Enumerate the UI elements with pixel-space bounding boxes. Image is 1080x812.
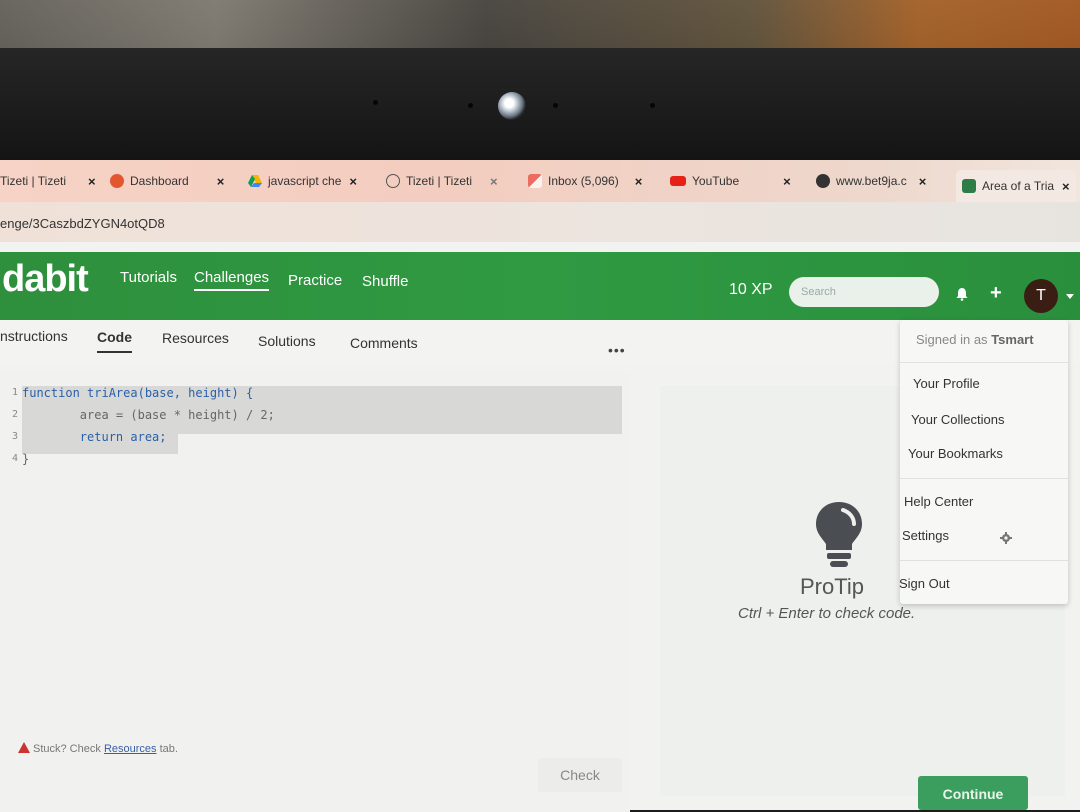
menu-your-profile[interactable]: Your Profile	[913, 376, 980, 391]
chevron-down-icon[interactable]	[1066, 294, 1074, 299]
user-menu: Signed in as Tsmart Your Profile Your Co…	[899, 320, 1068, 604]
tab-label: Tizeti | Tizeti	[406, 174, 473, 188]
line-number: 2	[11, 409, 18, 420]
line-number: 3	[11, 431, 18, 442]
resources-link[interactable]: Resources	[104, 743, 157, 755]
protip-text: Ctrl + Enter to check code.	[738, 605, 916, 622]
lightbulb-icon	[816, 502, 862, 567]
line-number: 1	[11, 387, 18, 398]
code-line[interactable]: area = (base * height) / 2;	[22, 404, 275, 426]
line-gutter: 1 2 3 4	[0, 382, 18, 470]
monitor-bezel	[0, 0, 1080, 165]
divider	[900, 560, 1068, 561]
bezel-band	[0, 48, 1080, 163]
address-bar[interactable]: enge/3CaszbdZYGN4otQD8	[0, 202, 1080, 242]
close-icon[interactable]: ×	[919, 174, 927, 189]
browser-tab[interactable]: javascript che ×	[248, 168, 357, 194]
browser-tab[interactable]: Tizeti | Tizeti ×	[0, 168, 96, 194]
tab-comments[interactable]: Comments	[350, 335, 418, 351]
divider	[900, 478, 1068, 479]
tab-instructions[interactable]: nstructions	[0, 328, 68, 344]
signed-in-label: Signed in as Tsmart	[916, 332, 1034, 347]
menu-help-center[interactable]: Help Center	[904, 494, 973, 509]
gear-icon	[1000, 532, 1012, 544]
nav-practice[interactable]: Practice	[288, 272, 342, 289]
menu-your-collections[interactable]: Your Collections	[911, 412, 1004, 427]
site-logo[interactable]: dabit	[2, 258, 89, 301]
code-line[interactable]: }	[22, 448, 275, 470]
gmail-icon	[528, 174, 542, 188]
browser-tab[interactable]: Dashboard ×	[110, 168, 224, 194]
code-line[interactable]: return area;	[22, 426, 275, 448]
avatar[interactable]: T	[1024, 279, 1058, 313]
sensor-dot	[650, 103, 655, 108]
tab-label: Area of a Tria	[982, 179, 1055, 193]
close-icon[interactable]: ×	[217, 174, 225, 189]
tab-label: www.bet9ja.c	[836, 174, 907, 188]
tizeti-icon	[386, 174, 400, 188]
webcam-icon	[498, 92, 526, 120]
edabit-icon	[962, 179, 976, 193]
sensor-dot	[553, 103, 558, 108]
divider	[900, 362, 1068, 363]
close-icon[interactable]: ×	[783, 174, 791, 189]
close-icon[interactable]: ×	[490, 174, 498, 189]
username: Tsmart	[991, 332, 1034, 347]
nav-shuffle[interactable]: Shuffle	[362, 273, 408, 290]
tab-code[interactable]: Code	[97, 329, 132, 353]
browser-tab[interactable]: YouTube ×	[670, 168, 791, 194]
url-text[interactable]: enge/3CaszbdZYGN4otQD8	[0, 216, 165, 231]
nav-tutorials[interactable]: Tutorials	[120, 269, 177, 286]
check-button[interactable]: Check	[538, 758, 622, 792]
globe-icon	[816, 174, 830, 188]
youtube-icon	[670, 176, 686, 186]
code-line[interactable]: function triArea(base, height) {	[22, 382, 275, 404]
tab-resources[interactable]: Resources	[162, 330, 229, 346]
office-icon	[110, 174, 124, 188]
browser-tab-active[interactable]: Area of a Tria ×	[956, 170, 1076, 202]
line-number: 4	[11, 453, 18, 464]
browser-tab[interactable]: Inbox (5,096) ×	[528, 168, 642, 194]
tab-label: Inbox (5,096)	[548, 174, 619, 188]
browser-tab[interactable]: Tizeti | Tizeti ×	[386, 168, 498, 194]
more-options-icon[interactable]: •••	[608, 342, 626, 358]
tab-solutions[interactable]: Solutions	[258, 333, 316, 349]
background-scene	[0, 0, 1080, 48]
tab-label: javascript che	[268, 174, 342, 188]
code-lines[interactable]: function triArea(base, height) { area = …	[22, 382, 275, 470]
browser-tab-bar: Tizeti | Tizeti × Dashboard × javascript…	[0, 160, 1080, 202]
protip-title: ProTip	[800, 574, 864, 599]
stuck-hint: Stuck? Check Resources tab.	[18, 742, 178, 755]
tab-label: Dashboard	[130, 174, 189, 188]
close-icon[interactable]: ×	[88, 174, 96, 189]
google-drive-icon	[248, 175, 262, 187]
sensor-dot	[468, 103, 473, 108]
nav-challenges[interactable]: Challenges	[194, 269, 270, 291]
continue-button[interactable]: Continue	[918, 776, 1028, 810]
menu-sign-out[interactable]: Sign Out	[899, 576, 950, 591]
sensor-dot	[373, 100, 378, 105]
close-icon[interactable]: ×	[349, 174, 357, 189]
tab-label: Tizeti | Tizeti	[0, 174, 67, 188]
bell-icon[interactable]	[955, 287, 969, 301]
xp-counter: 10 XP	[729, 281, 773, 298]
add-icon[interactable]: +	[990, 282, 1002, 305]
tab-label: YouTube	[692, 174, 740, 188]
menu-your-bookmarks[interactable]: Your Bookmarks	[908, 446, 1003, 461]
browser-tab[interactable]: www.bet9ja.c ×	[816, 168, 926, 194]
search-input[interactable]: Search	[789, 277, 939, 307]
close-icon[interactable]: ×	[635, 174, 643, 189]
menu-settings[interactable]: Settings	[902, 528, 949, 543]
warning-icon	[18, 742, 30, 753]
close-icon[interactable]: ×	[1062, 179, 1070, 194]
